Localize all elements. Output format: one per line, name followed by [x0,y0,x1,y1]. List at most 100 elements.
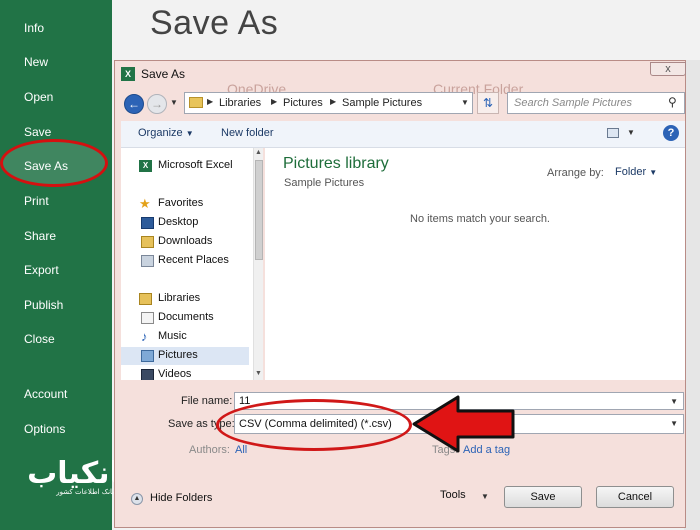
save-button[interactable]: Save [504,486,582,508]
address-dropdown-icon[interactable]: ▼ [461,98,469,107]
recent-places-icon [141,255,154,267]
nav-item-label: Downloads [158,235,213,247]
recent-locations-dropdown[interactable]: ▼ [170,98,178,107]
nav-item-microsoft-excel[interactable]: X Microsoft Excel [121,157,249,175]
nav-item-label: Favorites [158,197,204,209]
desktop-icon [141,217,154,229]
breadcrumb-pictures[interactable]: Pictures [283,97,323,109]
folder-icon [189,97,203,108]
backstage-item-share[interactable]: Share [24,229,56,243]
scrollbar-thumb[interactable] [255,160,263,260]
cancel-button[interactable]: Cancel [596,486,674,508]
nav-item-label: Documents [158,311,214,323]
search-box[interactable]: Search Sample Pictures ⚲ [507,92,685,114]
nav-item-documents[interactable]: Documents [121,309,249,327]
scroll-down-icon[interactable]: ▼ [255,370,262,377]
help-icon[interactable]: ? [663,125,679,141]
authors-label: Authors: [189,444,230,456]
backstage-item-options[interactable]: Options [24,422,65,436]
nav-item-label: Videos [158,368,192,380]
change-view-icon[interactable] [607,128,619,138]
arrange-by-value: Folder [615,166,647,178]
star-icon: ★ [139,196,151,211]
backstage-item-export[interactable]: Export [24,263,59,277]
file-list-pane[interactable]: Pictures library Sample Pictures Arrange… [265,148,685,380]
back-arrow-icon: ← [128,97,140,111]
documents-icon [141,312,154,324]
forward-button[interactable]: → [147,94,167,114]
red-arrow-annotation [412,395,515,453]
backstage-item-account[interactable]: Account [24,387,67,401]
arrange-by-dropdown[interactable]: Folder ▼ [615,166,657,178]
nav-item-recent-places[interactable]: Recent Places [121,252,249,270]
dialog-title: Save As [141,67,186,81]
back-button[interactable]: ← [124,94,144,114]
collapse-icon[interactable]: ▲ [131,493,143,505]
backstage-sidebar: Info New Open Save Save As Print Share E… [0,0,132,530]
organize-label: Organize [138,127,183,139]
nav-pane-scrollbar[interactable]: ▲ ▼ [253,148,263,380]
backstage-item-info[interactable]: Info [24,21,44,35]
dialog-title-bar[interactable]: X Save As OneDrive Current Folder x [115,61,686,97]
breadcrumb-separator-icon[interactable]: ▶ [271,97,277,106]
view-options-dropdown-icon[interactable]: ▼ [627,128,635,137]
address-bar[interactable]: ▶ Libraries ▶ Pictures ▶ Sample Pictures… [184,92,473,114]
authors-field[interactable]: All [235,444,247,456]
background-panel [684,60,700,530]
pictures-icon [141,350,154,362]
nav-item-label: Microsoft Excel [158,159,233,171]
videos-icon [141,369,154,380]
libraries-icon [139,293,152,305]
breadcrumb-separator-icon[interactable]: ▶ [330,97,336,106]
nav-item-music[interactable]: ♪ Music [121,328,249,346]
nav-item-libraries[interactable]: Libraries [121,290,249,308]
breadcrumb-separator-icon[interactable]: ▶ [207,97,213,106]
chevron-down-icon[interactable]: ▼ [670,419,678,428]
nav-item-pictures[interactable]: Pictures [121,347,249,365]
new-folder-button[interactable]: New folder [221,127,274,139]
nav-item-desktop[interactable]: Desktop [121,214,249,232]
nav-item-label: Pictures [158,349,198,361]
search-placeholder: Search Sample Pictures [514,97,632,109]
excel-icon: X [139,160,152,172]
nav-item-downloads[interactable]: Downloads [121,233,249,251]
library-title: Pictures library [283,155,389,172]
arrange-by-label: Arrange by: [547,167,604,179]
empty-state-message: No items match your search. [410,213,550,225]
nav-item-favorites[interactable]: ★ Favorites [121,195,249,213]
nav-item-label: Recent Places [158,254,229,266]
library-subtitle: Sample Pictures [284,177,365,189]
backstage-item-open[interactable]: Open [24,90,53,104]
file-name-label: File name: [181,395,233,407]
backstage-item-save-as[interactable]: Save As [24,159,68,173]
backstage-item-save[interactable]: Save [24,125,51,139]
backstage-item-publish[interactable]: Publish [24,298,63,312]
chevron-down-icon[interactable]: ▼ [670,397,678,406]
nav-item-label: Libraries [158,292,201,304]
backstage-item-new[interactable]: New [24,55,48,69]
chevron-down-icon: ▼ [649,168,658,177]
hide-folders-button[interactable]: Hide Folders [150,492,212,504]
search-icon[interactable]: ⚲ [668,95,677,109]
organize-button[interactable]: Organize ▼ [138,127,194,139]
tools-dropdown-icon[interactable]: ▼ [481,492,489,501]
breadcrumb-sample-pictures[interactable]: Sample Pictures [342,97,422,109]
dialog-toolbar: Organize ▼ New folder ▼ ? [121,121,685,148]
save-type-highlight-oval [216,399,412,451]
music-icon: ♪ [141,329,148,344]
tools-button[interactable]: Tools [440,489,466,501]
save-as-dialog: X Save As OneDrive Current Folder x ← → … [114,60,686,528]
scroll-up-icon[interactable]: ▲ [255,149,262,156]
breadcrumb-libraries[interactable]: Libraries [219,97,261,109]
backstage-item-close[interactable]: Close [24,332,55,346]
downloads-icon [141,236,154,248]
navigation-pane: X Microsoft Excel ★ Favorites Desktop Do… [121,148,263,380]
nav-item-videos[interactable]: Videos [121,366,249,380]
nav-item-label: Music [158,330,187,342]
chevron-down-icon: ▼ [185,129,194,138]
nav-item-label: Desktop [158,216,199,228]
refresh-icon: ⇅ [482,96,494,110]
refresh-button[interactable]: ⇅ [477,92,499,114]
backstage-item-print[interactable]: Print [24,194,49,208]
close-button[interactable]: x [650,62,686,76]
